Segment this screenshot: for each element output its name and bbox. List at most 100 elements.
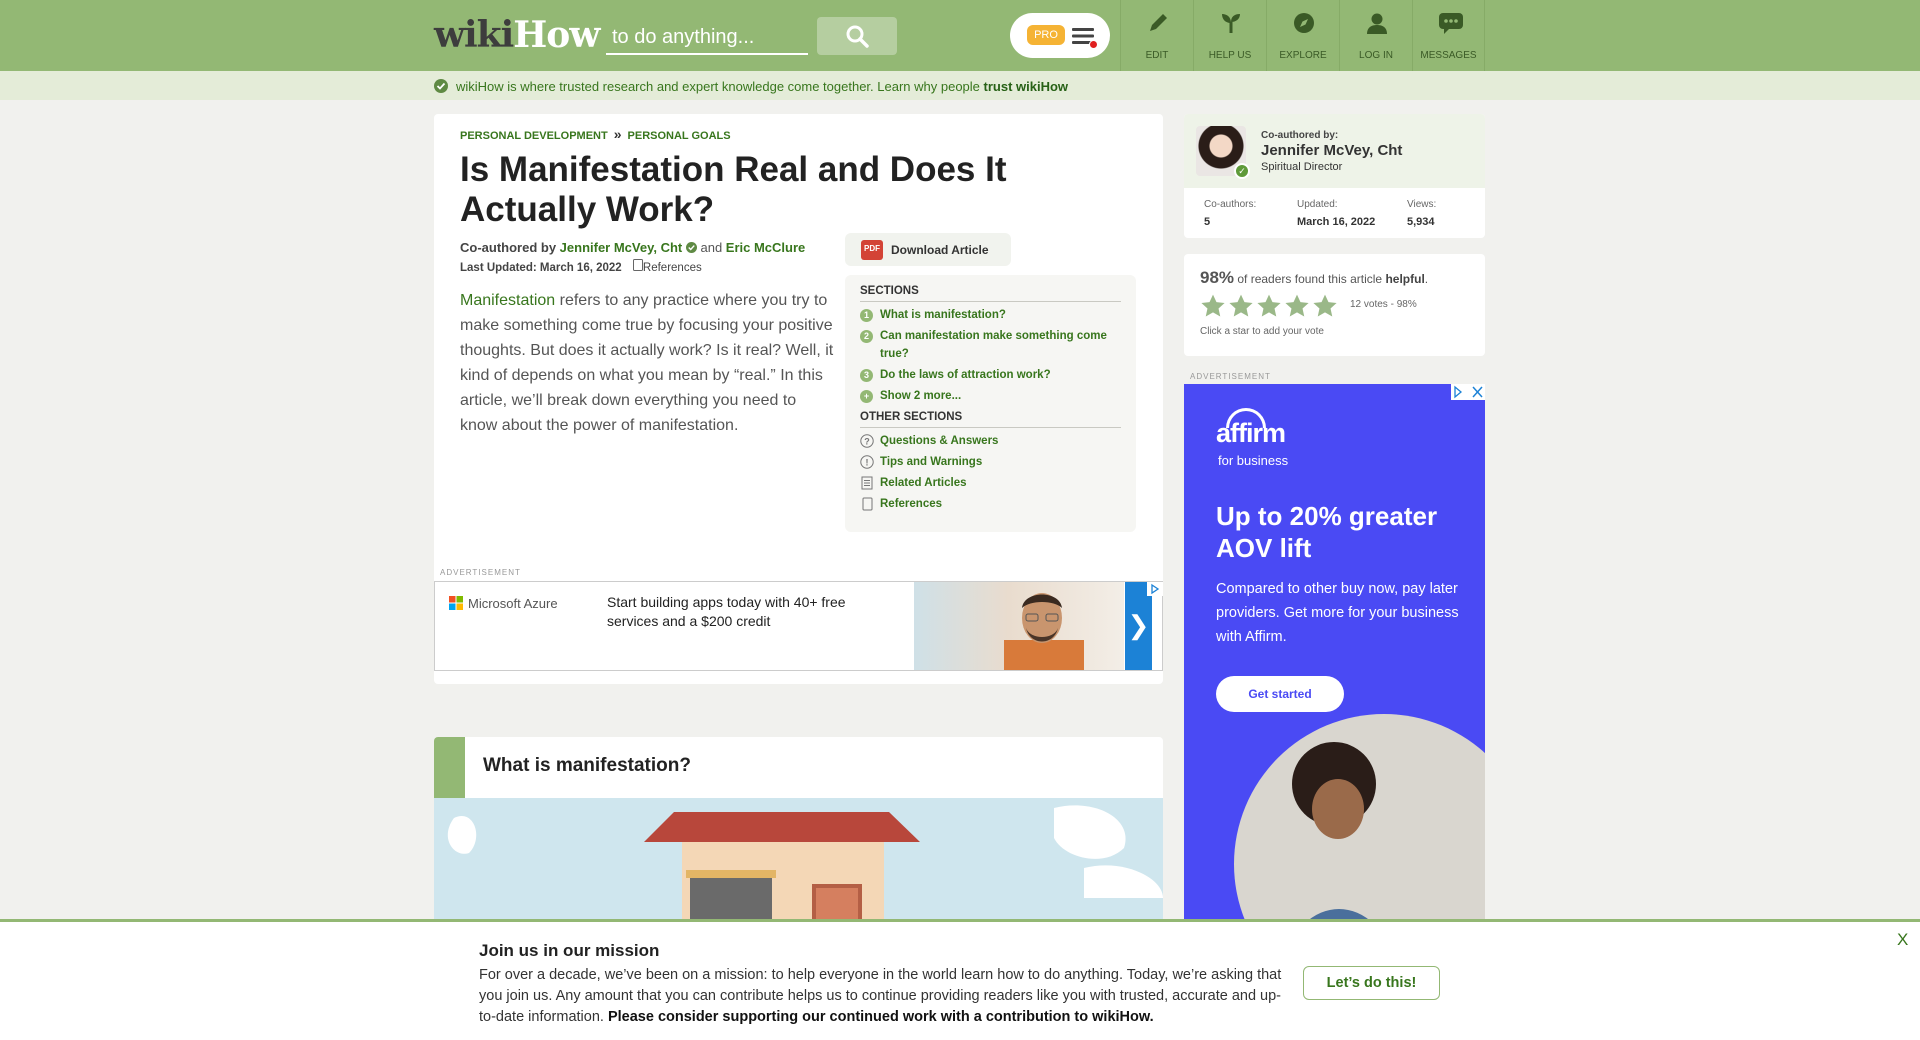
compass-icon bbox=[1294, 13, 1314, 33]
breadcrumb: PERSONAL DEVELOPMENT » PERSONAL GOALS bbox=[460, 126, 731, 142]
pro-menu-toggle[interactable]: PRO bbox=[1010, 13, 1110, 58]
nav-edit[interactable]: EDIT bbox=[1120, 0, 1193, 71]
pdf-icon: PDF bbox=[861, 240, 883, 260]
user-icon bbox=[1367, 13, 1387, 34]
trust-message: wikiHow is where trusted research and ex… bbox=[456, 79, 1068, 94]
toc-item-label: References bbox=[880, 498, 943, 510]
toc-item-label: Related Articles bbox=[880, 477, 967, 489]
stat-label: Views: bbox=[1407, 199, 1437, 210]
svg-text:?: ? bbox=[864, 437, 870, 447]
star-rating bbox=[1200, 293, 1340, 324]
toc-item-label: What is manifestation? bbox=[880, 309, 1006, 321]
nav-log-in[interactable]: LOG IN bbox=[1339, 0, 1412, 71]
helpful-bold: helpful bbox=[1385, 272, 1425, 286]
breadcrumb-personal-goals[interactable]: PERSONAL GOALS bbox=[628, 130, 731, 142]
search-box bbox=[606, 22, 808, 55]
stat-label: Updated: bbox=[1297, 199, 1338, 210]
nav-messages-label: MESSAGES bbox=[1420, 50, 1477, 61]
nav-explore[interactable]: EXPLORE bbox=[1266, 0, 1339, 71]
helpful-text: of readers found this article bbox=[1234, 272, 1386, 286]
affirm-subtitle: for business bbox=[1218, 453, 1289, 468]
close-banner-button[interactable]: X bbox=[1897, 930, 1908, 950]
nav-help-us-label: HELP US bbox=[1208, 50, 1252, 61]
nav-log-in-label: LOG IN bbox=[1359, 50, 1393, 61]
toc-number-badge: 2 bbox=[860, 330, 873, 343]
helpfulness-card: 98% of readers found this article helpfu… bbox=[1184, 254, 1485, 356]
nav-explore-label: EXPLORE bbox=[1279, 50, 1327, 61]
breadcrumb-separator: » bbox=[613, 126, 622, 142]
affirm-ad-photo bbox=[1234, 714, 1485, 924]
azure-ad-photo bbox=[914, 582, 1124, 670]
wikihow-logo[interactable]: wikiHow bbox=[434, 14, 600, 56]
logo-wiki-text: wiki bbox=[434, 14, 514, 56]
mission-body-bold: Please consider supporting our continued… bbox=[607, 1009, 1154, 1025]
chat-icon bbox=[1439, 13, 1463, 34]
references-link-label: References bbox=[642, 262, 702, 274]
toc-item-label: Tips and Warnings bbox=[880, 456, 983, 468]
step-accent-bar bbox=[434, 737, 465, 798]
nav-edit-label: EDIT bbox=[1145, 50, 1169, 61]
star-icon[interactable] bbox=[1228, 293, 1254, 319]
adchoices-icon[interactable] bbox=[1451, 384, 1485, 400]
trust-wikihow-link[interactable]: trust wikiHow bbox=[984, 79, 1069, 94]
search-icon bbox=[846, 25, 869, 48]
stat-coauthors: Co-authors: 5 bbox=[1204, 199, 1256, 228]
helpful-summary: 98% of readers found this article helpfu… bbox=[1200, 268, 1428, 288]
mission-banner: X Join us in our mission For over a deca… bbox=[0, 919, 1920, 1040]
stat-value: 5 bbox=[1204, 216, 1211, 228]
other-sections-heading: OTHER SECTIONS bbox=[860, 411, 1121, 428]
author-role: Spiritual Director bbox=[1261, 161, 1343, 173]
helpful-period: . bbox=[1424, 272, 1429, 286]
toc-item-label: Questions & Answers bbox=[880, 435, 999, 447]
nav-help-us[interactable]: HELP US bbox=[1193, 0, 1266, 71]
sections-heading: SECTIONS bbox=[860, 285, 1121, 302]
search-button[interactable] bbox=[817, 17, 897, 55]
vote-count: 12 votes - 98% bbox=[1350, 299, 1417, 310]
svg-text:!: ! bbox=[866, 458, 869, 468]
references-link[interactable]: References bbox=[632, 259, 702, 274]
toc-item-label: Do the laws of attraction work? bbox=[880, 369, 1051, 381]
breadcrumb-personal-development[interactable]: PERSONAL DEVELOPMENT bbox=[460, 130, 608, 142]
toc-item-label: Show 2 more... bbox=[880, 390, 962, 402]
stat-value: March 16, 2022 bbox=[1297, 216, 1376, 228]
star-icon[interactable] bbox=[1256, 293, 1282, 319]
page-title: Is Manifestation Real and Does It Actual… bbox=[460, 150, 1007, 229]
trust-bar: wikiHow is where trusted research and ex… bbox=[0, 71, 1920, 100]
affirm-body: Compared to other buy now, pay later pro… bbox=[1216, 581, 1459, 645]
affirm-logo: affirm bbox=[1216, 418, 1286, 448]
search-input[interactable] bbox=[606, 22, 808, 53]
pencil-icon bbox=[1150, 14, 1167, 31]
logo-how-text: How bbox=[513, 14, 600, 56]
check-badge-icon bbox=[434, 79, 448, 93]
byline: Co-authored by Jennifer McVey, Cht and E… bbox=[460, 240, 805, 255]
document-icon bbox=[861, 476, 873, 490]
author-link-jennifer[interactable]: Jennifer McVey, Cht bbox=[560, 240, 683, 255]
author-name[interactable]: Jennifer McVey, Cht bbox=[1261, 142, 1402, 159]
adchoices-icon[interactable] bbox=[1147, 582, 1163, 596]
affirm-get-started-button[interactable]: Get started bbox=[1216, 676, 1344, 712]
intro-text: refers to any practice where you try to … bbox=[460, 292, 834, 434]
azure-banner-ad[interactable]: Microsoft Azure Start building apps toda… bbox=[434, 581, 1163, 671]
affirm-sidebar-ad[interactable]: affirm for business Up to 20% greater AO… bbox=[1184, 384, 1485, 924]
expert-verified-icon bbox=[685, 242, 697, 253]
azure-ad-text: Start building apps today with 40+ free … bbox=[607, 594, 846, 629]
star-icon[interactable] bbox=[1284, 293, 1310, 319]
toc-number-badge: 3 bbox=[860, 369, 873, 382]
mission-body: For over a decade, we’ve been on a missi… bbox=[479, 965, 1289, 1028]
toc-number-badge: 1 bbox=[860, 309, 873, 322]
star-icon[interactable] bbox=[1200, 293, 1226, 319]
author-link-eric[interactable]: Eric McClure bbox=[726, 240, 805, 255]
warning-icon: ! bbox=[860, 455, 874, 469]
verified-check-icon: ✓ bbox=[1234, 163, 1250, 179]
manifestation-link[interactable]: Manifestation bbox=[460, 292, 555, 309]
advertisement-label: ADVERTISEMENT bbox=[440, 568, 521, 577]
advertisement-label: ADVERTISEMENT bbox=[1190, 372, 1271, 381]
table-of-contents: SECTIONS 1 What is manifestation? 2 Can ma… bbox=[845, 275, 1136, 532]
nav-messages[interactable]: MESSAGES bbox=[1412, 0, 1485, 71]
star-icon[interactable] bbox=[1312, 293, 1338, 319]
helpful-percent: 98% bbox=[1200, 268, 1235, 287]
sprout-icon bbox=[1222, 14, 1240, 33]
stat-views: Views: 5,934 bbox=[1407, 199, 1436, 228]
download-article-button[interactable]: PDF Download Article bbox=[845, 233, 1011, 266]
contribute-button[interactable]: Let’s do this! bbox=[1303, 966, 1440, 1000]
